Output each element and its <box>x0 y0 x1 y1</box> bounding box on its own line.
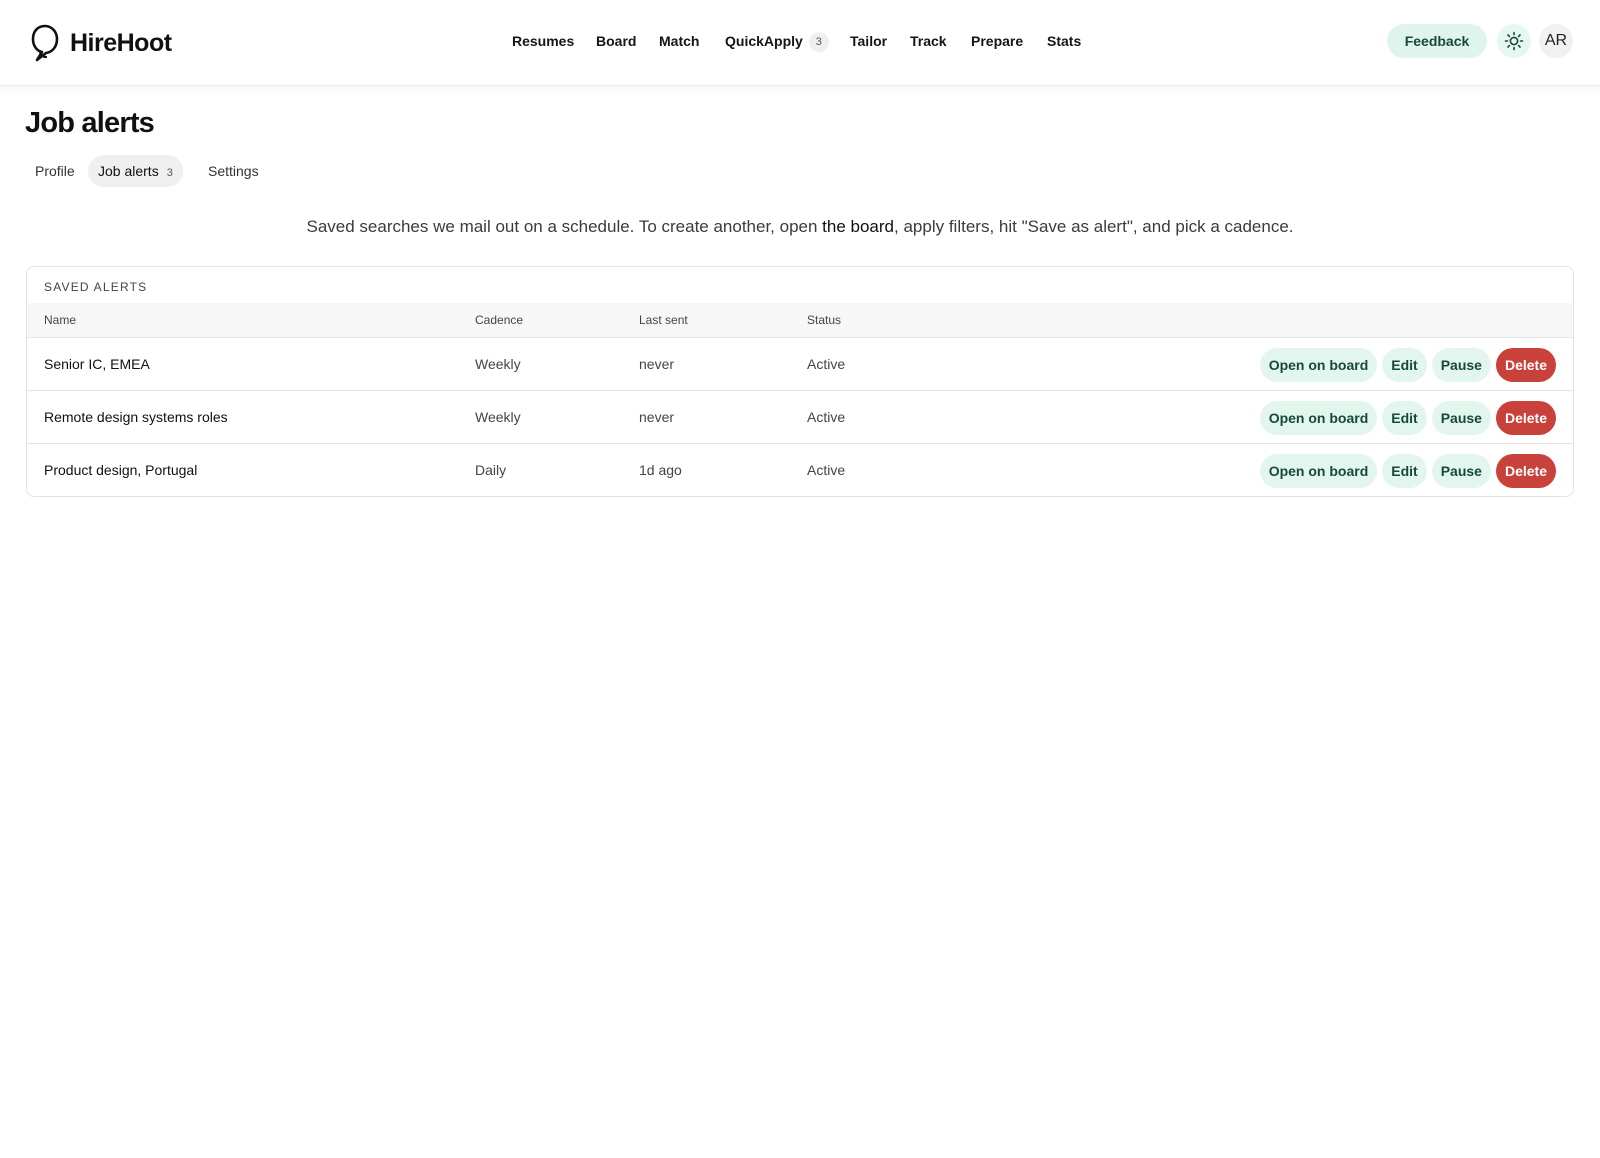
edit-button[interactable]: Edit <box>1382 454 1427 488</box>
edit-button[interactable]: Edit <box>1382 401 1427 435</box>
alert-last-sent: never <box>639 409 675 425</box>
tab-job-alerts-label: Job alerts <box>98 163 159 179</box>
column-header-last-sent: Last sent <box>639 313 688 327</box>
row-actions: Open on board Edit Pause Delete <box>1259 454 1556 488</box>
feedback-button[interactable]: Feedback <box>1387 24 1487 58</box>
job-alerts-count: 3 <box>166 167 173 179</box>
table-row: Product design, Portugal Daily 1d ago Ac… <box>27 444 1573 496</box>
nav-item-track[interactable]: Track <box>910 29 947 53</box>
alert-name: Senior IC, EMEA <box>44 356 150 372</box>
alert-cadence: Weekly <box>475 356 521 372</box>
alert-last-sent: never <box>639 356 675 372</box>
nav-item-quickapply[interactable]: QuickApply 3 <box>725 29 829 53</box>
nav-item-board[interactable]: Board <box>596 29 636 53</box>
alert-name: Remote design systems roles <box>44 409 228 425</box>
alert-status: Active <box>807 462 846 478</box>
alert-status: Active <box>807 409 846 425</box>
user-avatar[interactable]: AR <box>1539 24 1573 58</box>
row-actions: Open on board Edit Pause Delete <box>1259 348 1556 382</box>
section-label: SAVED ALERTS <box>44 280 148 294</box>
tab-job-alerts[interactable]: Job alerts 3 <box>88 155 183 187</box>
delete-button[interactable]: Delete <box>1495 348 1556 382</box>
tab-profile[interactable]: Profile <box>25 155 85 187</box>
nav-item-resumes[interactable]: Resumes <box>512 29 574 53</box>
column-header-status: Status <box>807 313 842 327</box>
edit-button[interactable]: Edit <box>1382 348 1427 382</box>
intro-text: Saved searches we mail out on a schedule… <box>0 217 1600 237</box>
alert-cadence: Daily <box>475 462 507 478</box>
board-link[interactable]: the board <box>822 217 894 236</box>
table-row: Senior IC, EMEA Weekly never Active Open… <box>27 338 1573 391</box>
nav-item-prepare[interactable]: Prepare <box>971 29 1023 53</box>
alert-cadence: Weekly <box>475 409 521 425</box>
nav-item-quickapply-label: QuickApply <box>725 33 803 49</box>
sun-icon <box>1504 31 1524 51</box>
open-on-board-button[interactable]: Open on board <box>1259 348 1378 382</box>
top-navigation-bar: HireHoot Resumes Board Match QuickApply 3… <box>0 0 1600 86</box>
table-header: Name Cadence Last sent Status <box>27 303 1573 338</box>
theme-toggle-button[interactable] <box>1497 24 1531 58</box>
main-nav: Resumes Board Match QuickApply 3 Tailor T… <box>0 29 1600 53</box>
delete-button[interactable]: Delete <box>1495 454 1556 488</box>
saved-alerts-card: SAVED ALERTS Name Cadence Last sent Stat… <box>26 266 1574 497</box>
intro-text-start: Saved searches we mail out on a schedule… <box>306 217 823 236</box>
intro-text-end: , apply filters, hit "Save as alert", an… <box>894 217 1294 236</box>
delete-button[interactable]: Delete <box>1495 401 1556 435</box>
pause-button[interactable]: Pause <box>1431 454 1491 488</box>
pause-button[interactable]: Pause <box>1431 348 1491 382</box>
open-on-board-button[interactable]: Open on board <box>1259 454 1378 488</box>
alert-name: Product design, Portugal <box>44 462 198 478</box>
column-header-cadence: Cadence <box>475 313 524 327</box>
alert-last-sent: 1d ago <box>639 462 682 478</box>
nav-item-stats[interactable]: Stats <box>1047 29 1081 53</box>
quickapply-count-badge: 3 <box>808 32 829 52</box>
nav-item-match[interactable]: Match <box>659 29 699 53</box>
alert-status: Active <box>807 356 846 372</box>
nav-item-tailor[interactable]: Tailor <box>850 29 887 53</box>
column-header-name: Name <box>44 313 77 327</box>
pause-button[interactable]: Pause <box>1431 401 1491 435</box>
row-actions: Open on board Edit Pause Delete <box>1259 401 1556 435</box>
open-on-board-button[interactable]: Open on board <box>1259 401 1378 435</box>
table-row: Remote design systems roles Weekly never… <box>27 391 1573 444</box>
tab-settings[interactable]: Settings <box>198 155 269 187</box>
page-title: Job alerts <box>25 107 155 139</box>
